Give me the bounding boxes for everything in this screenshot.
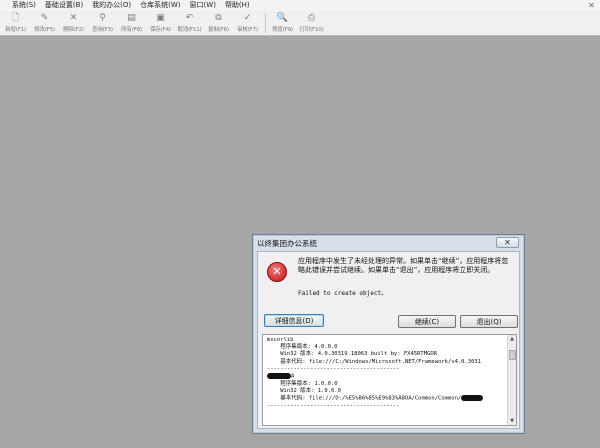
print-button[interactable]: ⎙ 打印(F10) [299, 11, 324, 35]
approve-button[interactable]: ✓ 审核(F7) [235, 11, 260, 35]
cancel-button-label: 取消(F11) [177, 27, 202, 33]
details-textbox[interactable]: mscorlib 程序集版本: 4.0.0.0 Win32 版本: 4.0.30… [262, 334, 517, 426]
new-button[interactable]: 🗋 新增(F1) [3, 11, 28, 35]
detail-line: 基本代码: file:///D:/%E5%86%85%E9%83%A8OA/Co… [267, 395, 462, 402]
quit-button[interactable]: 退出(Q) [460, 315, 518, 328]
detail-line: ---------------------------------------- [267, 365, 400, 372]
detail-line: 基本代码: file:///C:/Windows/Microsoft.NET/F… [267, 358, 482, 365]
print-button-label: 打印(F10) [299, 27, 324, 33]
show-all-button-label: 所有(F8) [121, 27, 142, 33]
save-icon: ▣ [156, 13, 165, 23]
details-button[interactable]: 详细信息(D) [264, 314, 324, 327]
window-controls: ✕ [587, 0, 596, 11]
error-icon: ✕ [267, 262, 287, 282]
error-message: 应用程序中发生了未经处理的异常。如果单击“继续”，应用程序将忽略此错误并尝试继续… [298, 257, 509, 274]
new-button-label: 新增(F1) [5, 27, 26, 33]
detail-line: A [291, 373, 295, 380]
error-detail: Failed to create object。 [298, 290, 388, 297]
menu-my-office[interactable]: 我的办公(O) [92, 0, 131, 11]
edit-button-label: 修改(F5) [34, 27, 55, 33]
check-icon: ✓ [243, 13, 252, 23]
mdi-close-icon[interactable]: ✕ [587, 1, 596, 10]
save-button[interactable]: ▣ 保存(F4) [148, 11, 173, 35]
query-button-label: 查询(F3) [92, 27, 113, 33]
preview-button[interactable]: 🔍 预览(F9) [270, 11, 295, 35]
copy-button[interactable]: ⧉ 复制(F6) [206, 11, 231, 35]
dialog-body: ✕ 应用程序中发生了未经处理的异常。如果单击“继续”，应用程序将忽略此错误并尝试… [257, 251, 520, 429]
save-button-label: 保存(F4) [150, 27, 171, 33]
close-icon: ✕ [504, 238, 511, 247]
details-button-label: 详细信息(D) [274, 316, 314, 325]
toolbar: 🗋 新增(F1) ✎ 修改(F5) ✕ 删除(F2) ⚲ 查询(F3) ▤ 所有… [0, 11, 600, 36]
menu-bar: 系统(S) 基础设置(B) 我的办公(O) 仓库系统(W) 窗口(W) 帮助(H… [0, 0, 600, 11]
details-text: mscorlib 程序集版本: 4.0.0.0 Win32 版本: 4.0.30… [267, 337, 507, 410]
delete-button[interactable]: ✕ 删除(F2) [61, 11, 86, 35]
delete-icon: ✕ [69, 13, 78, 23]
quit-button-label: 退出(Q) [476, 317, 502, 326]
approve-button-label: 审核(F7) [237, 27, 258, 33]
redaction-mark [267, 373, 291, 380]
undo-icon: ↶ [185, 13, 194, 23]
list-all-icon: ▤ [127, 13, 136, 23]
detail-line: ---------------------------------------- [267, 402, 400, 409]
menu-basic-settings[interactable]: 基础设置(B) [45, 0, 83, 11]
copy-icon: ⧉ [215, 13, 222, 23]
exception-dialog: 以终集团办公系统 ✕ ✕ 应用程序中发生了未经处理的异常。如果单击“继续”，应用… [252, 234, 525, 434]
scroll-thumb[interactable] [509, 350, 516, 360]
scroll-down-icon[interactable]: ▼ [508, 417, 516, 425]
continue-button-label: 继续(C) [414, 317, 440, 326]
toolbar-separator [265, 13, 266, 33]
details-scrollbar[interactable]: ▲ ▼ [507, 335, 516, 425]
redaction-mark [461, 395, 484, 402]
dialog-close-button[interactable]: ✕ [496, 237, 519, 248]
printer-icon: ⎙ [307, 13, 316, 23]
menu-help[interactable]: 帮助(H) [225, 0, 250, 11]
scroll-up-icon[interactable]: ▲ [508, 335, 516, 343]
detail-line: Win32 版本: 1.0.0.0 [267, 387, 341, 394]
query-button[interactable]: ⚲ 查询(F3) [90, 11, 115, 35]
detail-line: Win32 版本: 4.0.30319.18063 built by: FX45… [267, 351, 437, 358]
preview-icon: 🔍 [276, 13, 289, 23]
menu-window[interactable]: 窗口(W) [190, 0, 216, 11]
edit-button[interactable]: ✎ 修改(F5) [32, 11, 57, 35]
detail-line: 程序集版本: 4.0.0.0 [267, 344, 338, 351]
show-all-button[interactable]: ▤ 所有(F8) [119, 11, 144, 35]
new-document-icon: 🗋 [11, 13, 20, 23]
preview-button-label: 预览(F9) [272, 27, 293, 33]
delete-button-label: 删除(F2) [63, 27, 84, 33]
copy-button-label: 复制(F6) [208, 27, 229, 33]
edit-icon: ✎ [40, 13, 49, 23]
cancel-button[interactable]: ↶ 取消(F11) [177, 11, 202, 35]
menu-system[interactable]: 系统(S) [12, 0, 36, 11]
menu-warehouse[interactable]: 仓库系统(W) [140, 0, 180, 11]
dialog-title: 以终集团办公系统 [257, 239, 317, 248]
detail-line: 程序集版本: 1.0.0.0 [267, 380, 338, 387]
binoculars-icon: ⚲ [99, 13, 106, 23]
detail-line: mscorlib [267, 337, 294, 343]
continue-button[interactable]: 继续(C) [398, 315, 456, 328]
